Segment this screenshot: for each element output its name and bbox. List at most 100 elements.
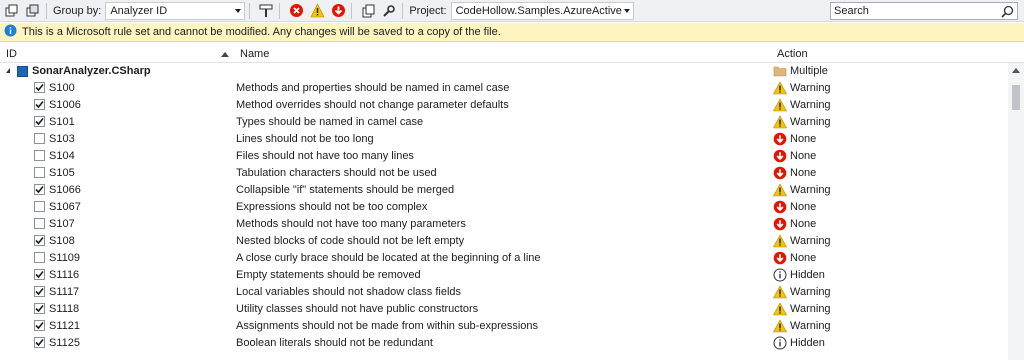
rule-id: S103 [49,133,75,145]
none-severity-icon [773,200,787,214]
rule-action[interactable]: Warning [790,116,831,128]
rule-row[interactable]: S1006 Method overrides should not change … [0,97,1008,114]
rule-checkbox[interactable] [34,201,45,212]
rule-name: Assignments should not be made from with… [236,320,539,332]
none-filter-icon[interactable] [329,2,347,20]
rule-action[interactable]: Warning [790,184,831,196]
rule-checkbox[interactable] [34,320,45,331]
rule-action[interactable]: None [790,218,816,230]
rule-row[interactable]: S1066 Collapsible "if" statements should … [0,182,1008,199]
group-by-dropdown[interactable]: Analyzer ID [105,1,246,20]
search-box [830,2,1018,20]
rule-name: Empty statements should be removed [236,269,421,281]
collapse-triangle-icon[interactable] [6,68,10,73]
rule-id: S1116 [49,269,80,281]
rule-id: S1066 [49,184,81,196]
column-header-name[interactable]: Name [240,48,269,60]
none-severity-icon [773,251,787,265]
rule-checkbox[interactable] [34,167,45,178]
rule-action[interactable]: Warning [790,303,831,315]
rule-action[interactable]: None [790,150,816,162]
rule-name: Boolean literals should not be redundant [236,337,433,349]
rule-action[interactable]: Warning [790,82,831,94]
project-dropdown[interactable]: CodeHollow.Samples.AzureActive [450,1,634,20]
warning-icon [772,285,788,299]
rule-row[interactable]: S105 Tabulation characters should not be … [0,165,1008,182]
rule-id: S100 [49,82,75,94]
rule-checkbox[interactable] [34,218,45,229]
rule-rows: S100 Methods and properties should be nam… [0,80,1008,352]
warning-icon [772,302,788,316]
rule-action[interactable]: None [790,252,816,264]
rule-checkbox[interactable] [34,116,45,127]
rule-id: S107 [49,218,75,230]
warning-icon [772,98,788,112]
rule-action[interactable]: None [790,133,816,145]
rule-checkbox[interactable] [34,286,45,297]
rule-checkbox[interactable] [34,252,45,263]
rule-action[interactable]: Warning [790,99,831,111]
rule-name: Local variables should not shadow class … [236,286,462,298]
rule-action[interactable]: Warning [790,235,831,247]
warning-filter-icon[interactable] [308,2,326,20]
rule-row[interactable]: S101 Types should be named in camel case W… [0,114,1008,131]
rule-checkbox[interactable] [34,150,45,161]
rule-action[interactable]: Hidden [790,337,825,349]
rule-row[interactable]: S1121 Assignments should not be made from… [0,318,1008,335]
group-row[interactable]: SonarAnalyzer.CSharp Multiple [0,63,1008,80]
rule-row[interactable]: S104 Files should not have too many lines… [0,148,1008,165]
rule-id: S1006 [49,99,81,111]
scrollbar-thumb[interactable] [1012,85,1020,110]
rule-row[interactable]: S1067 Expressions should not be too compl… [0,199,1008,216]
rule-checkbox[interactable] [34,184,45,195]
rule-action[interactable]: Warning [790,286,831,298]
column-header-id[interactable]: ID [6,48,17,60]
expand-all-icon[interactable] [3,2,21,20]
rule-checkbox[interactable] [34,133,45,144]
rule-checkbox[interactable] [34,269,45,280]
rule-checkbox[interactable] [34,337,45,348]
rule-checkbox[interactable] [34,99,45,110]
rule-name: Tabulation characters should not be used [236,167,437,179]
rule-row[interactable]: S103 Lines should not be too long None [0,131,1008,148]
rule-row[interactable]: S107 Methods should not have too many par… [0,216,1008,233]
rule-checkbox[interactable] [34,303,45,314]
rule-id: S1117 [49,286,80,298]
columns-icon[interactable] [257,2,275,20]
rule-action[interactable]: None [790,167,816,179]
rule-checkbox[interactable] [34,82,45,93]
rule-action[interactable]: Hidden [790,269,825,281]
rule-name: Collapsible "if" statements should be me… [236,184,455,196]
rule-name: Expressions should not be too complex [236,201,428,213]
rule-row[interactable]: S1116 Empty statements should be removed H… [0,267,1008,284]
error-filter-icon[interactable] [287,2,305,20]
warning-icon [772,81,788,95]
scroll-up-icon[interactable] [1012,68,1020,73]
wrench-icon[interactable] [380,2,398,20]
toolbar-separator [351,2,353,19]
rule-checkbox[interactable] [34,235,45,246]
rule-row[interactable]: S1125 Boolean literals should not be redu… [0,335,1008,352]
rule-row[interactable]: S1118 Utility classes should not have pub… [0,301,1008,318]
rule-row[interactable]: S1109 A close curly brace should be locat… [0,250,1008,267]
rule-row[interactable]: S1117 Local variables should not shadow c… [0,284,1008,301]
rule-id: S101 [49,116,75,128]
open-ruleset-icon[interactable] [359,2,377,20]
rule-action[interactable]: Warning [790,320,831,332]
rule-action[interactable]: None [790,201,816,213]
hidden-severity-icon [773,336,787,350]
group-action[interactable]: Multiple [790,65,828,77]
collapse-all-icon[interactable] [24,2,42,20]
rule-row[interactable]: S108 Nested blocks of code should not be … [0,233,1008,250]
group-by-value: Analyzer ID [110,4,168,17]
rule-row[interactable]: S100 Methods and properties should be nam… [0,80,1008,97]
rule-id: S104 [49,150,75,162]
rule-name: A close curly brace should be located at… [236,252,541,264]
search-input[interactable] [834,5,994,17]
group-by-label: Group by: [53,4,102,17]
toolbar-separator [46,2,47,19]
search-icon[interactable] [1001,5,1014,21]
column-header-action[interactable]: Action [777,48,808,60]
rule-name: Methods and properties should be named i… [236,82,510,94]
vertical-scrollbar[interactable] [1008,63,1024,360]
